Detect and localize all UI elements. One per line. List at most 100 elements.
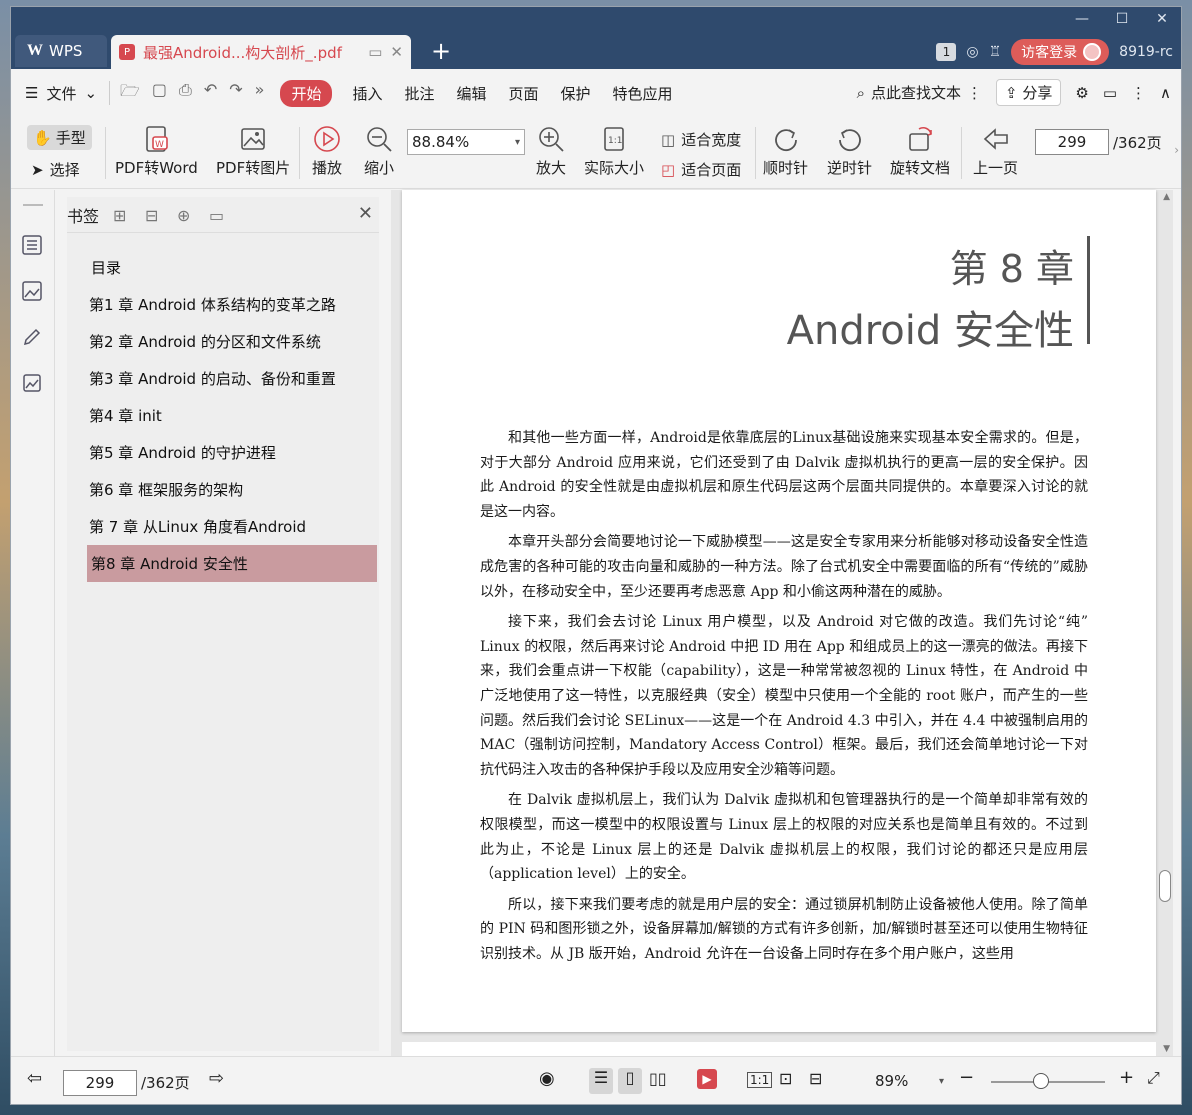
zoom-slider-knob[interactable]	[1033, 1073, 1049, 1089]
bookmark-item[interactable]: 第 7 章 从Linux 角度看Android	[87, 508, 377, 545]
comment-icon[interactable]: ▭	[1103, 84, 1117, 102]
open-folder-icon[interactable]: 🗁	[120, 80, 140, 107]
divider	[105, 127, 106, 179]
share-button[interactable]: ⇪ 分享	[996, 79, 1062, 106]
pdf-to-word-label: PDF转Word	[115, 159, 198, 177]
document-viewport[interactable]: 第 8 章 Android 安全性 和其他一些方面一样，Android是依靠底层…	[391, 190, 1173, 1062]
page-number-input[interactable]: 299	[1035, 129, 1109, 155]
thumbnail-icon[interactable]	[21, 280, 43, 302]
tab-document[interactable]: P 最强Android...构大剖析_.pdf ▭ ✕	[111, 35, 411, 69]
collapse-all-icon[interactable]: ⊟	[145, 206, 163, 225]
zoom-in-button[interactable]: 放大	[535, 123, 567, 178]
bookmark-item[interactable]: 第4 章 init	[87, 397, 377, 434]
redo-icon[interactable]: ↷	[229, 80, 242, 107]
tab-wps[interactable]: W WPS	[15, 35, 107, 67]
eye-icon[interactable]: ◉	[539, 1068, 555, 1089]
actual-size-button[interactable]: 1:1 实际大小	[584, 123, 644, 178]
play-label: 播放	[311, 159, 342, 177]
visitor-login-button[interactable]: 访客登录	[1011, 39, 1110, 65]
tab-page[interactable]: 页面	[509, 83, 539, 104]
toolbar-scroll-right-icon[interactable]: ›	[1174, 143, 1179, 157]
file-menu[interactable]: ☰ 文件 ⌄	[25, 83, 97, 104]
rotate-counterclockwise-button[interactable]: 逆时针	[827, 123, 872, 178]
vertical-scrollbar[interactable]: ▲ ▼	[1159, 190, 1171, 1056]
add-bookmark-icon[interactable]: ⊕	[177, 206, 195, 225]
next-page-icon[interactable]: ⇨	[209, 1068, 224, 1089]
bookmark-item[interactable]: 第6 章 框架服务的架构	[87, 471, 377, 508]
drag-handle[interactable]	[23, 204, 43, 206]
zoom-out-status-icon[interactable]: −	[959, 1067, 974, 1088]
close-tab-icon[interactable]: ✕	[390, 43, 403, 61]
divider	[755, 127, 756, 179]
maximize-icon[interactable]: ☐	[1109, 11, 1135, 27]
hand-tool-button[interactable]: ✋ 手型	[27, 125, 92, 150]
close-window-icon[interactable]: ✕	[1149, 11, 1175, 27]
image-list-icon[interactable]	[21, 372, 43, 394]
rotate-clockwise-button[interactable]: 顺时针	[763, 123, 808, 178]
bookmark-icon[interactable]: ▭	[209, 206, 227, 225]
annotation-icon[interactable]	[21, 326, 43, 348]
zoom-out-button[interactable]: 缩小	[363, 123, 395, 178]
shirt-icon[interactable]: ♖	[989, 44, 1002, 60]
bookmark-item[interactable]: 第2 章 Android 的分区和文件系统	[87, 323, 377, 360]
bookmark-item[interactable]: 第3 章 Android 的启动、备份和重置	[87, 360, 377, 397]
continuous-view-icon[interactable]: ☰	[589, 1068, 613, 1094]
find-text[interactable]: ⌕ 点此查找文本 ⋮	[857, 82, 982, 103]
zoom-select[interactable]: 88.84% ▾	[407, 129, 525, 155]
bookmark-item-selected[interactable]: 第8 章 Android 安全性	[87, 545, 377, 582]
pdf-to-image-button[interactable]: PDF转图片	[216, 123, 290, 178]
single-page-icon[interactable]: ▯	[618, 1068, 642, 1094]
minimize-icon[interactable]: —	[1069, 11, 1095, 27]
fullscreen-icon[interactable]: ⤢	[1147, 1068, 1160, 1088]
quick-access-icons: 🗁 ▢ ⎙ ↶ ↷ »	[120, 80, 264, 107]
collapse-ribbon-icon[interactable]: ∧	[1160, 84, 1171, 102]
more-chevron-icon[interactable]: »	[255, 80, 265, 107]
scroll-down-icon[interactable]: ▼	[1163, 1044, 1170, 1054]
two-page-icon[interactable]: ▯▯	[649, 1069, 667, 1088]
tab-annotate[interactable]: 批注	[404, 83, 434, 104]
previous-page-button[interactable]: 上一页	[973, 123, 1018, 178]
tab-start[interactable]: 开始	[280, 79, 333, 107]
gear-icon[interactable]: ⚙	[1075, 84, 1088, 102]
prev-page-icon[interactable]: ⇦	[27, 1068, 42, 1089]
status-page-input[interactable]: 299	[63, 1070, 137, 1096]
tab-insert[interactable]: 插入	[352, 83, 382, 104]
fit-page-status-icon[interactable]: ⊡	[779, 1069, 792, 1088]
play-button[interactable]: 播放	[311, 123, 343, 178]
rotate-document-button[interactable]: 旋转文档	[890, 123, 950, 178]
save-icon[interactable]: ▢	[152, 80, 167, 107]
fit-page-button[interactable]: ◰ 适合页面	[661, 159, 741, 180]
rotate-clockwise-label: 顺时针	[763, 159, 809, 177]
tab-protect[interactable]: 保护	[561, 83, 591, 104]
wps-window: — ☐ ✕ W WPS P 最强Android...构大剖析_.pdf ▭ ✕ …	[10, 6, 1182, 1105]
monitor-icon[interactable]: ▭	[368, 43, 382, 61]
tab-special-apps[interactable]: 特色应用	[613, 83, 673, 104]
new-tab-icon[interactable]: +	[431, 37, 451, 65]
cursor-icon: ➤	[31, 160, 44, 179]
expand-all-icon[interactable]: ⊞	[113, 206, 131, 225]
fit-width-status-icon[interactable]: ⊟	[809, 1069, 822, 1088]
zoom-percent[interactable]: 89%	[875, 1072, 908, 1090]
more-icon[interactable]: ⋮	[1131, 84, 1146, 102]
print-icon[interactable]: ⎙	[179, 80, 192, 107]
close-panel-icon[interactable]: ✕	[358, 203, 373, 224]
pdf-to-word-button[interactable]: W PDF转Word	[115, 123, 198, 178]
bookmark-item[interactable]: 第1 章 Android 体系结构的变革之路	[87, 286, 377, 323]
bookmark-item[interactable]: 目录	[67, 249, 377, 286]
chapter-title: Android 安全性	[786, 308, 1074, 354]
actual-size-status-icon[interactable]: 1:1	[747, 1072, 773, 1088]
scrollbar-thumb[interactable]	[1159, 870, 1171, 902]
outline-icon[interactable]	[21, 234, 43, 256]
notification-count[interactable]: 1	[936, 43, 957, 61]
skin-icon[interactable]: ◎	[966, 44, 978, 60]
select-tool-button[interactable]: ➤ 选择	[31, 159, 80, 180]
bookmark-item[interactable]: 第5 章 Android 的守护进程	[87, 434, 377, 471]
play-slideshow-icon[interactable]: ▶	[697, 1069, 717, 1089]
zoom-in-status-icon[interactable]: +	[1119, 1067, 1134, 1088]
tab-edit[interactable]: 编辑	[456, 83, 486, 104]
zoom-dropdown-icon[interactable]: ▾	[939, 1076, 944, 1087]
scroll-up-icon[interactable]: ▲	[1163, 192, 1170, 202]
share-icon: ⇪	[1005, 84, 1018, 102]
undo-icon[interactable]: ↶	[204, 80, 217, 107]
fit-width-button[interactable]: ◫ 适合宽度	[661, 129, 741, 150]
